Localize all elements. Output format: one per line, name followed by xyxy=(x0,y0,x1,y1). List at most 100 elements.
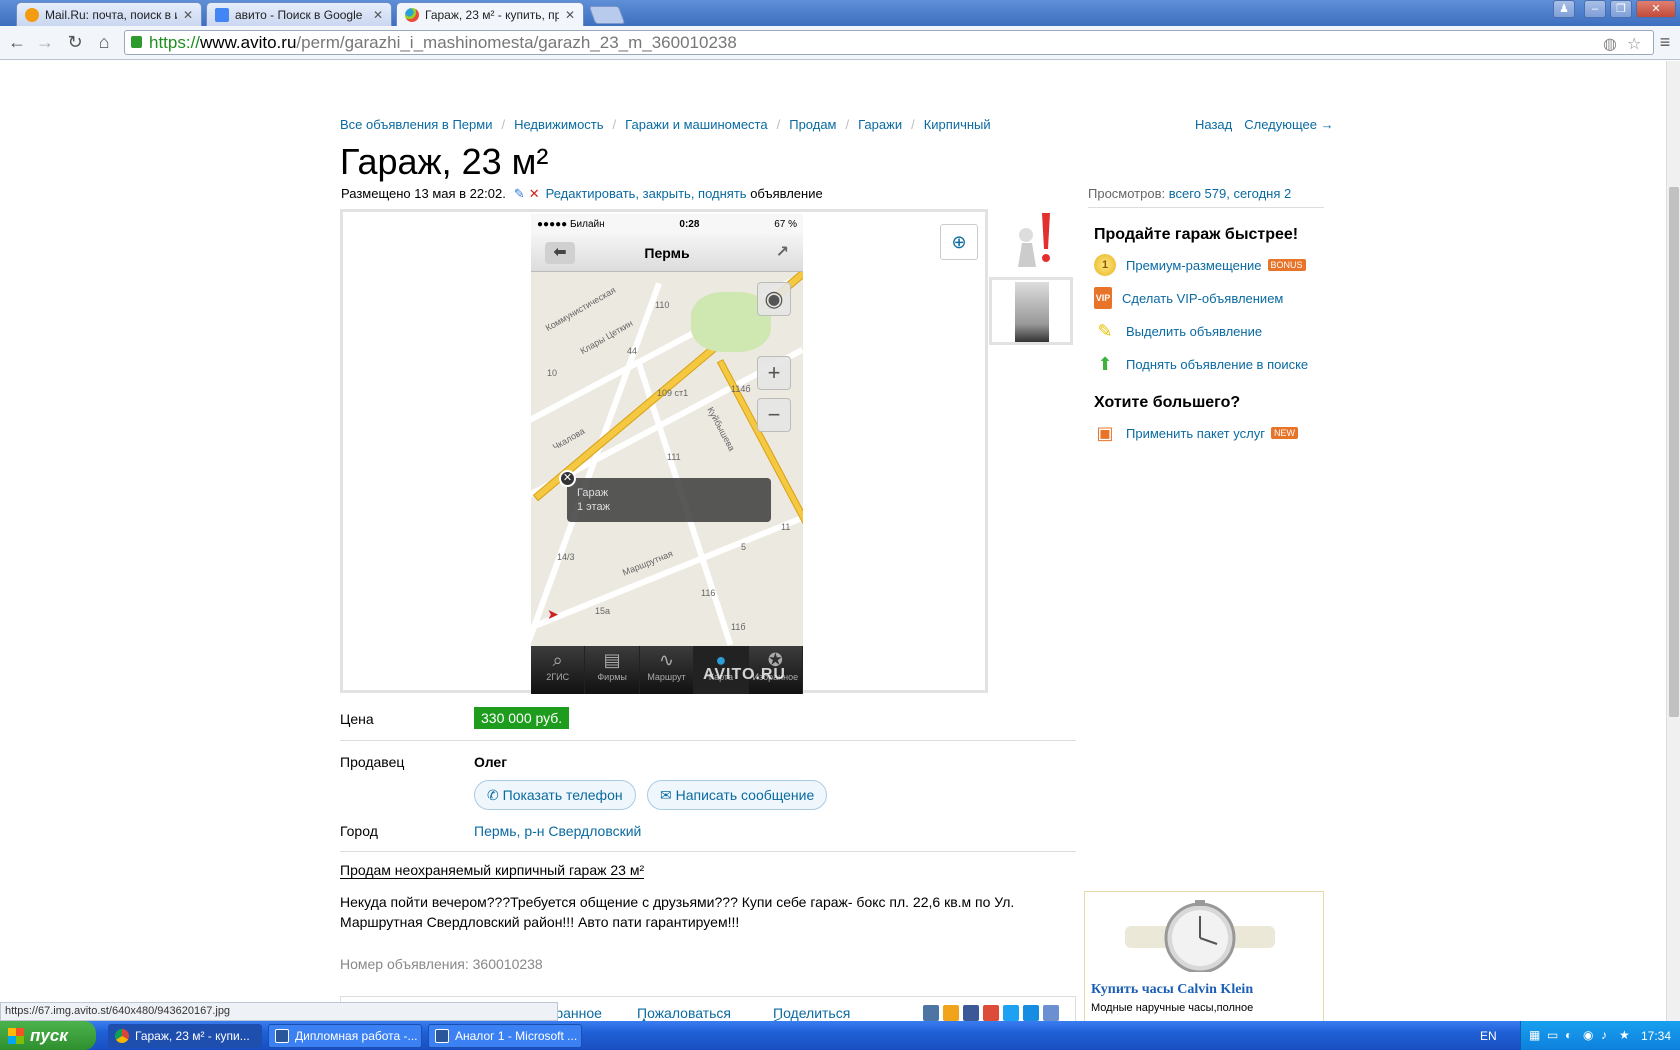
share-icon: < xyxy=(773,1013,782,1021)
divider xyxy=(340,740,1076,741)
browser-tab-strip: Mail.Ru: почта, поиск в инте ✕ авито - П… xyxy=(0,0,1680,27)
photo-gallery[interactable]: ●●●●● Билайн 0:28 67 % ⬅ Пермь ↗ Коммуни… xyxy=(340,209,988,694)
back-arrow-icon[interactable]: ← xyxy=(6,32,28,53)
write-message-button[interactable]: ✉ Написать сообщение xyxy=(647,780,828,810)
network-icon[interactable]: ▦ xyxy=(1529,1028,1540,1042)
zoom-photo-icon[interactable]: ⊕ xyxy=(940,224,978,260)
menu-icon[interactable]: ≡ xyxy=(1654,32,1676,53)
share-icon: ↗ xyxy=(775,244,789,261)
breadcrumb-real-estate[interactable]: Недвижимость xyxy=(514,117,603,132)
user-profile-icon[interactable]: ♟ xyxy=(1553,0,1575,18)
chrome-icon xyxy=(115,1029,129,1043)
livejournal-icon[interactable] xyxy=(1043,1005,1059,1021)
google-plus-icon[interactable] xyxy=(983,1005,999,1021)
service-highlight[interactable]: ✎ Выделить объявление xyxy=(1094,320,1262,342)
windows-logo-icon xyxy=(8,1028,24,1044)
mailru-favicon-icon xyxy=(25,7,39,22)
facebook-icon[interactable] xyxy=(963,1005,979,1021)
search-icon: ⌕ xyxy=(552,650,563,670)
envelope-icon: ✉ xyxy=(660,787,672,803)
word-icon xyxy=(275,1029,289,1043)
next-link[interactable]: Следующее → xyxy=(1244,117,1333,132)
sell-faster-heading: Продайте гараж быстрее! xyxy=(1094,226,1299,243)
clock[interactable]: 17:34 xyxy=(1641,1029,1671,1043)
twitter-icon[interactable] xyxy=(1003,1005,1019,1021)
coin-icon: 1 xyxy=(1094,254,1116,276)
breadcrumb-garages[interactable]: Гаражи xyxy=(858,117,902,132)
seller-name: Олег xyxy=(474,754,508,770)
service-package[interactable]: ▣ Применить пакет услуг NEW xyxy=(1094,422,1298,444)
avito-watermark: AVITO.RU xyxy=(703,666,786,683)
price-label: Цена xyxy=(340,711,374,727)
phone-icon: ✆ xyxy=(487,787,499,803)
watch-image xyxy=(1125,900,1275,972)
ad-title[interactable]: Купить часы Calvin Klein xyxy=(1091,982,1253,998)
calvin-klein-ad[interactable]: Купить часы Calvin Klein Модные наручные… xyxy=(1084,891,1324,1021)
antivirus-icon[interactable]: ◐ xyxy=(1565,1028,1572,1042)
page-scrollbar[interactable] xyxy=(1666,61,1680,1021)
views-link[interactable]: всего 579, сегодня 2 xyxy=(1169,186,1291,201)
new-tab-button[interactable] xyxy=(588,6,626,24)
start-button[interactable]: пуск xyxy=(0,1021,96,1050)
breadcrumb-garages-parking[interactable]: Гаражи и машиноместа xyxy=(625,117,767,132)
complain-link[interactable]: Пожаловаться xyxy=(637,1005,731,1021)
bookmark-star-icon[interactable]: ☆ xyxy=(1627,33,1641,56)
breadcrumb-all-perm[interactable]: Все объявления в Перми xyxy=(340,117,492,132)
back-link[interactable]: Назад xyxy=(1195,117,1232,132)
close-window-button[interactable]: ✕ xyxy=(1636,0,1676,18)
locate-icon: ◉ xyxy=(757,282,791,316)
seller-label: Продавец xyxy=(340,754,405,770)
blocked-cookie-icon[interactable]: ◍ xyxy=(1603,33,1617,56)
volume-icon[interactable]: ♪ xyxy=(1601,1028,1607,1042)
listing-photo: ●●●●● Билайн 0:28 67 % ⬅ Пермь ↗ Коммуни… xyxy=(531,214,803,694)
language-indicator[interactable]: EN xyxy=(1480,1029,1497,1043)
service-raise[interactable]: ⬆ Поднять объявление в поиске xyxy=(1094,353,1308,375)
close-tab-icon[interactable]: ✕ xyxy=(565,8,575,22)
breadcrumb-sell[interactable]: Продам xyxy=(789,117,836,132)
service-premium[interactable]: 1 Премиум-размещение BONUS xyxy=(1094,254,1306,276)
ad-number: Номер объявления: 360010238 xyxy=(340,956,543,972)
service-vip[interactable]: VIP Сделать VIP-объявлением xyxy=(1094,287,1283,309)
description-text: Некуда пойти вечером???Требуется общение… xyxy=(340,894,1015,930)
photo-thumbnail[interactable] xyxy=(989,277,1073,345)
browser-tab-google[interactable]: авито - Поиск в Google ✕ xyxy=(206,2,392,26)
page-title: Гараж, 23 м² xyxy=(340,141,549,182)
city-label: Город xyxy=(340,823,378,839)
city-link[interactable]: Пермь, р-н Свердловский xyxy=(474,823,641,839)
close-icon: ✕ xyxy=(559,470,576,487)
report-warning-icon[interactable] xyxy=(1010,211,1060,269)
reload-icon[interactable]: ↻ xyxy=(64,32,86,53)
taskbar-chrome[interactable]: Гараж, 23 м² - купи... xyxy=(108,1024,262,1048)
scrollbar-thumb[interactable] xyxy=(1669,187,1679,717)
maximize-window-button[interactable]: ❐ xyxy=(1610,0,1632,18)
address-bar[interactable]: https://www.avito.ru/perm/garazhi_i_mash… xyxy=(124,30,1654,55)
divider xyxy=(340,851,1076,852)
browser-tab-avito[interactable]: Гараж, 23 м² - купить, про ✕ xyxy=(396,2,584,27)
pencil-icon[interactable]: ✎ xyxy=(514,186,525,201)
edit-close-raise-link[interactable]: Редактировать, закрыть, поднять xyxy=(546,186,747,201)
close-tab-icon[interactable]: ✕ xyxy=(373,8,383,22)
star-icon[interactable]: ★ xyxy=(1619,1028,1630,1042)
windows-taskbar: пуск Гараж, 23 м² - купи... Дипломная ра… xyxy=(0,1021,1680,1050)
home-icon[interactable]: ⌂ xyxy=(93,32,115,53)
taskbar-word-thesis[interactable]: Дипломная работа -... xyxy=(268,1024,422,1048)
share-link[interactable]: Поделиться xyxy=(773,1005,850,1021)
phone-status-bar: ●●●●● Билайн 0:28 67 % xyxy=(531,214,803,234)
breadcrumb-brick[interactable]: Кирпичный xyxy=(924,117,991,132)
odnoklassniki-icon[interactable] xyxy=(943,1005,959,1021)
taskbar-word-analog[interactable]: Аналог 1 - Microsoft ... xyxy=(428,1024,582,1048)
word-icon xyxy=(435,1029,449,1043)
chat-icon[interactable]: ▭ xyxy=(1547,1028,1558,1042)
show-phone-button[interactable]: ✆ Показать телефон xyxy=(474,780,636,810)
delete-icon[interactable]: ✕ xyxy=(529,186,540,201)
vk-icon[interactable] xyxy=(923,1005,939,1021)
browser-tab-mailru[interactable]: Mail.Ru: почта, поиск в инте ✕ xyxy=(16,2,202,26)
close-tab-icon[interactable]: ✕ xyxy=(183,8,193,22)
web-page: Все объявления в Перми / Недвижимость / Гара… xyxy=(0,61,1666,1021)
description-title: Продам неохраняемый кирпичный гараж 23 м… xyxy=(340,862,645,879)
forward-arrow-icon[interactable]: → xyxy=(34,32,56,53)
minimize-window-button[interactable]: – xyxy=(1584,0,1606,18)
mailru-icon[interactable] xyxy=(1023,1005,1039,1021)
update-icon[interactable]: ◉ xyxy=(1583,1028,1593,1042)
back-arrow-icon: ⬅ xyxy=(545,242,575,264)
